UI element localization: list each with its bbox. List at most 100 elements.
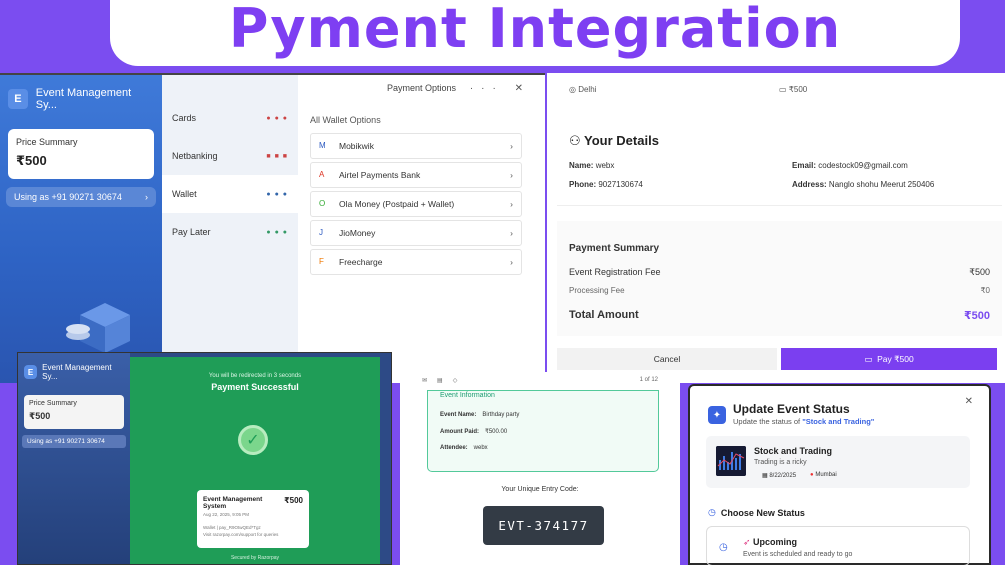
phone-value: 9027130674: [598, 180, 643, 189]
cancel-button[interactable]: Cancel: [557, 348, 777, 370]
receipt-amount: ₹500: [284, 496, 303, 505]
event-city: ◎ Delhi: [569, 85, 597, 94]
using-contact-button[interactable]: Using as +91 90271 30674 ›: [6, 187, 156, 207]
name-line: Name: webx: [569, 161, 614, 170]
merchant-name: Event Management Sy...: [35, 87, 132, 111]
update-status-screenshot: ✦ Update Event Status Update the status …: [688, 384, 991, 565]
event-name-row: Event Name: Birthday party: [440, 412, 646, 418]
mobikwik-icon: M: [319, 141, 326, 150]
email-line: Email: codestock09@gmail.com: [792, 161, 908, 170]
success-panel: You will be redirected in 3 seconds Paym…: [130, 357, 380, 564]
paylater-icons: ● ● ●: [266, 228, 288, 236]
registration-screenshot: ◎ Delhi ▭ ₹500 ⚇ Your Details Name: webx…: [547, 73, 1005, 383]
method-cards-label: Cards: [172, 113, 197, 123]
amount-label: Amount Paid:: [440, 429, 479, 435]
payment-summary-heading: Payment Summary: [569, 243, 660, 254]
status-option-name: ➶ Upcoming: [743, 537, 797, 548]
event-price: ▭ ₹500: [779, 85, 808, 94]
receipt-date: Aug 22, 2025, 9:05 PM: [203, 512, 250, 517]
receipt-payment-id: Wallet | pay_R9OtwQEd*Tgz: [203, 525, 261, 530]
status-option-description: Event is scheduled and ready to go: [743, 551, 853, 558]
amount-row: Amount Paid: ₹500.00: [440, 428, 646, 435]
airtel-icon: A: [319, 170, 325, 179]
your-details-card: ⚇ Your Details Name: webx Phone: 9027130…: [557, 111, 1002, 206]
phone-line: Phone: 9027130674: [569, 180, 643, 189]
wallet-icons: ● ● ●: [266, 190, 288, 198]
secured-by-text: Secured by Razorpay: [230, 555, 280, 561]
success-title: Payment Successful: [211, 382, 299, 392]
your-details-heading-text: Your Details: [584, 133, 659, 148]
method-list: Cards ● ● ● Netbanking ■ ■ ■ Wallet ● ● …: [162, 75, 298, 383]
registration-fee-label: Event Registration Fee: [569, 267, 661, 277]
viewer-toolbar: ✉ ▤ ◇ 1 of 12: [400, 372, 680, 388]
dialog-title: Update Event Status: [733, 402, 850, 416]
email-value: codestock09@gmail.com: [818, 161, 908, 170]
event-price-text: ₹500: [788, 85, 808, 94]
pay-button-label: Pay ₹500: [877, 353, 914, 364]
wallet-item-mobikwik[interactable]: M Mobikwik ›: [310, 133, 522, 159]
merchant-logo: E: [8, 89, 28, 109]
wallet-name: Ola Money (Postpaid + Wallet): [339, 199, 455, 209]
entry-code: EVT-374177: [483, 506, 604, 545]
price-amount: ₹500: [29, 411, 51, 421]
wallet-name: Freecharge: [339, 257, 383, 267]
pay-button[interactable]: ▭ Pay ₹500: [781, 348, 997, 370]
event-information-heading: Event Information: [440, 392, 495, 399]
method-cards[interactable]: Cards ● ● ●: [162, 99, 298, 137]
wallet-item-freecharge[interactable]: F Freecharge ›: [310, 249, 522, 275]
using-contact-button[interactable]: Using as +91 90271 30674: [22, 435, 126, 448]
success-sidebar: E Event Management Sy... Price Summary ₹…: [18, 353, 130, 564]
processing-fee-label: Processing Fee: [569, 286, 625, 295]
payment-success-screenshot: E Event Management Sy... Price Summary ₹…: [17, 352, 392, 565]
event-description: Trading is a ricky: [754, 459, 807, 466]
chevron-right-icon: ›: [510, 170, 513, 180]
email-label: Email:: [792, 161, 817, 170]
merchant-header: E Event Management Sy...: [0, 75, 162, 123]
event-city-text: Delhi: [578, 85, 597, 94]
page-indicator: 1 of 12: [639, 377, 658, 383]
status-option-upcoming[interactable]: ◷ ➶ Upcoming Event is scheduled and read…: [706, 526, 970, 565]
method-netbanking[interactable]: Netbanking ■ ■ ■: [162, 137, 298, 175]
wallet-item-airtel[interactable]: A Airtel Payments Bank ›: [310, 162, 522, 188]
checkout-sidebar: E Event Management Sy... Price Summary ₹…: [0, 75, 162, 383]
price-summary-card: Price Summary ₹500: [24, 395, 124, 429]
price-summary-card: Price Summary ₹500: [8, 129, 154, 179]
total-label: Total Amount: [569, 309, 639, 321]
payment-summary-card: Payment Summary Event Registration Fee ₹…: [557, 221, 1002, 336]
card-brand-icons: ● ● ●: [266, 114, 288, 122]
your-details-heading: ⚇ Your Details: [569, 133, 659, 149]
method-paylater[interactable]: Pay Later ● ● ●: [162, 213, 298, 251]
event-name-value: Birthday party: [482, 412, 520, 418]
mail-icon[interactable]: ✉: [422, 377, 427, 384]
wallet-item-jiomoney[interactable]: J JioMoney ›: [310, 220, 522, 246]
wallet-list: M Mobikwik › A Airtel Payments Bank › O …: [310, 133, 522, 278]
checkout-screenshot: E Event Management Sy... Price Summary ₹…: [0, 73, 545, 383]
method-wallet-label: Wallet: [172, 189, 197, 199]
registration-fee-value: ₹500: [969, 267, 990, 277]
folder-icon[interactable]: ▤: [437, 377, 443, 384]
decorative-illustration: [66, 303, 130, 353]
event-card: Stock and Trading Trading is a ricky ▦ 8…: [706, 436, 970, 488]
merchant-logo: E: [24, 365, 38, 379]
window-controls[interactable]: ··· ✕: [470, 83, 531, 94]
chevron-right-icon: ›: [145, 192, 148, 202]
receipt-merchant: Event Management System: [203, 496, 263, 510]
method-wallet[interactable]: Wallet ● ● ●: [162, 175, 298, 213]
method-paylater-label: Pay Later: [172, 227, 211, 237]
dialog-subtitle-text: Update the status of: [733, 417, 803, 426]
entry-code-label: Your Unique Entry Code:: [501, 486, 579, 493]
payment-options-panel: Payment Options ··· ✕ All Wallet Options…: [298, 75, 545, 383]
page-title: Pyment Integration: [228, 0, 842, 60]
tag-icon[interactable]: ◇: [453, 377, 458, 384]
chevron-right-icon: ›: [510, 141, 513, 151]
title-banner: Pyment Integration: [110, 0, 960, 66]
close-icon[interactable]: ✕: [965, 396, 973, 407]
total-value: ₹500: [963, 310, 990, 322]
price-amount: ₹500: [16, 153, 47, 168]
rocket-icon: ➶: [743, 537, 754, 547]
total-row: Total Amount ₹500: [569, 309, 990, 322]
merchant-header: E Event Management Sy...: [18, 353, 130, 391]
wallet-item-ola[interactable]: O Ola Money (Postpaid + Wallet) ›: [310, 191, 522, 217]
event-meta: ▦ 8/22/2025 ● Mumbai: [762, 472, 837, 479]
dialog-subtitle: Update the status of "Stock and Trading": [733, 417, 874, 426]
